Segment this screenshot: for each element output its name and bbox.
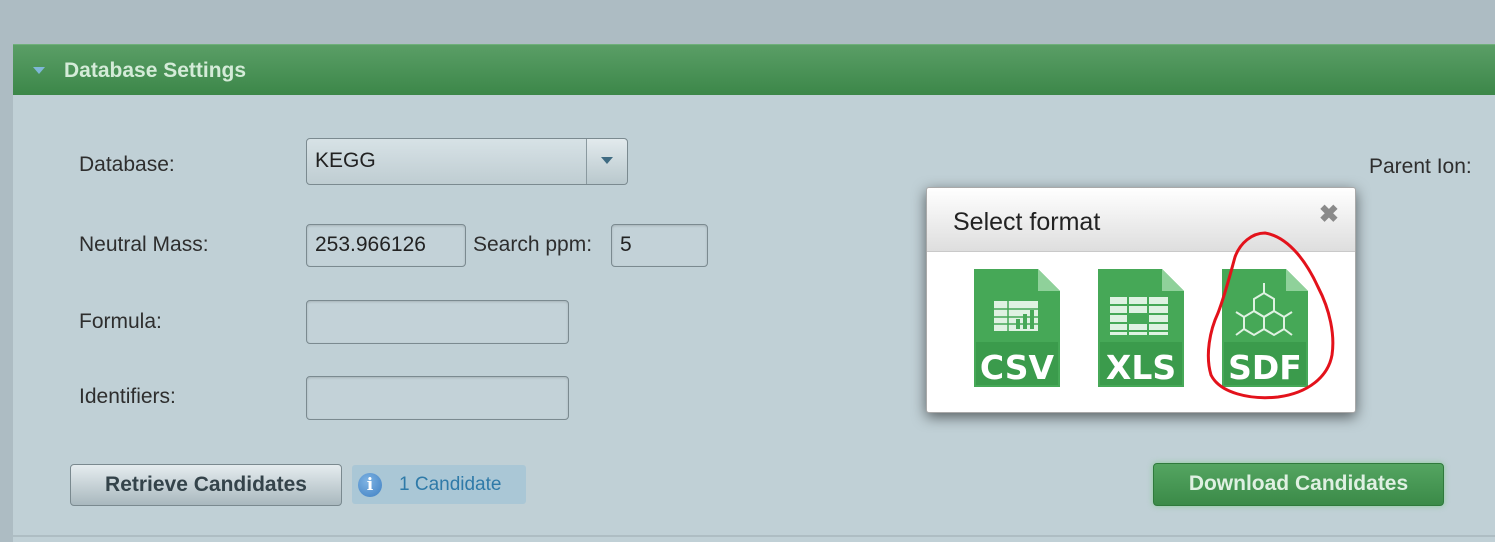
neutral-mass-label: Neutral Mass: [79, 233, 209, 256]
info-icon: i [358, 473, 382, 497]
csv-file-icon[interactable]: CSV [974, 269, 1060, 387]
database-select-value: KEGG [315, 149, 376, 172]
collapse-arrow-icon[interactable] [33, 67, 45, 74]
search-ppm-label: Search ppm: [473, 233, 593, 256]
formula-label: Formula: [79, 310, 162, 333]
search-ppm-input[interactable]: 5 [611, 224, 708, 267]
neutral-mass-input[interactable]: 253.966126 [306, 224, 466, 267]
parent-ion-label: Parent Ion: [1369, 155, 1472, 178]
identifiers-input[interactable] [306, 376, 569, 420]
panel-divider [13, 535, 1495, 537]
panel-header[interactable]: Database Settings [13, 44, 1495, 95]
csv-file-label: CSV [980, 348, 1055, 387]
xls-file-label: XLS [1106, 348, 1176, 387]
dropdown-button[interactable] [586, 139, 627, 184]
database-label: Database: [79, 153, 175, 176]
candidate-count-badge: i 1 Candidate [352, 465, 526, 504]
formula-input[interactable] [306, 300, 569, 344]
xls-file-icon[interactable]: XLS [1098, 269, 1184, 387]
candidate-count-text: 1 Candidate [399, 474, 502, 495]
retrieve-candidates-button[interactable]: Retrieve Candidates [70, 464, 342, 506]
download-candidates-button[interactable]: Download Candidates [1153, 463, 1444, 506]
red-annotation-circle-icon [1206, 231, 1335, 400]
panel-title: Database Settings [64, 59, 247, 82]
chevron-down-icon [601, 157, 613, 164]
database-select[interactable]: KEGG [306, 138, 628, 185]
dialog-title: Select format [953, 208, 1101, 236]
identifiers-label: Identifiers: [79, 385, 176, 408]
